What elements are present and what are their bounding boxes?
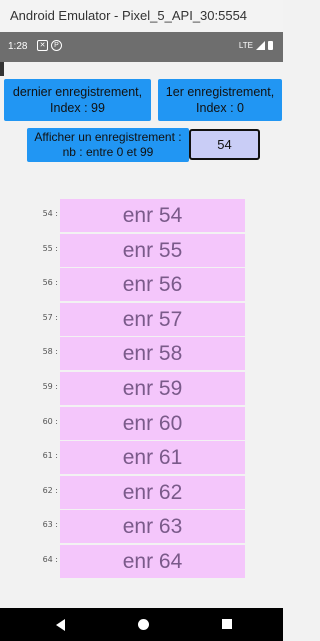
record-label: enr 58 [60,337,245,371]
record-index: 56 : [42,278,58,288]
app-notification-icon: P [51,40,62,51]
list-item[interactable]: 62 : enr 62 [0,475,283,511]
list-item[interactable]: 58 : enr 58 [0,337,283,372]
last-record-button[interactable]: dernier enregistrement, Index : 99 [4,79,151,121]
last-record-label-line2: Index : 99 [50,101,105,115]
list-item[interactable]: 63 : enr 63 [0,510,283,545]
list-item[interactable]: 61 : enr 61 [0,441,283,476]
record-label: enr 55 [60,233,245,267]
record-index: 57 : [42,312,58,322]
signal-icon [256,41,265,50]
emulator-title: Android Emulator - Pixel_5_API_30:5554 [10,8,248,23]
record-label: enr 54 [60,199,245,232]
record-label: enr 60 [60,406,245,440]
first-record-button[interactable]: 1er enregistrement, Index : 0 [158,79,282,121]
list-item[interactable]: 54 : enr 54 [0,199,283,234]
status-time: 1:28 [8,41,28,52]
record-index: 54 : [42,209,58,218]
emulator-title-bar: Android Emulator - Pixel_5_API_30:5554 [0,0,283,32]
navigation-bar [0,608,283,641]
record-index: 62 : [42,485,58,495]
list-item[interactable]: 56 : enr 56 [0,268,283,303]
record-index: 60 : [42,416,58,426]
record-label: enr 63 [60,510,245,544]
record-index: 64 : [42,554,58,564]
show-record-button[interactable]: Afficher un enregistrement : nb : entre … [27,128,189,162]
recents-icon[interactable] [222,619,232,629]
record-label: enr 64 [60,544,245,578]
record-number-input[interactable]: 54 [189,129,260,160]
record-label: enr 62 [60,475,245,509]
record-label: enr 57 [60,302,245,336]
list-item[interactable]: 60 : enr 60 [0,406,283,442]
back-icon[interactable] [56,619,65,631]
list-item[interactable]: 55 : enr 55 [0,233,283,269]
list-item[interactable]: 59 : enr 59 [0,371,283,407]
show-record-label-line1: Afficher un enregistrement : [34,130,182,144]
list-item[interactable]: 57 : enr 57 [0,302,283,338]
record-label: enr 59 [60,371,245,405]
left-edge-marker [0,62,4,76]
status-bar: 1:28 ✕ P LTE [0,32,283,62]
notification-icon: ✕ [37,40,48,51]
record-index: 61 : [42,451,58,461]
record-label: enr 61 [60,441,245,475]
record-label: enr 56 [60,268,245,302]
list-item[interactable]: 64 : enr 64 [0,544,283,580]
status-right: LTE [239,41,273,50]
app-top-area [0,62,283,76]
last-record-label-line1: dernier enregistrement, [12,85,143,99]
record-index: 63 : [42,520,58,530]
first-record-label-line2: Index : 0 [196,101,244,115]
show-record-label-line2: nb : entre 0 et 99 [62,145,154,159]
first-record-label-line1: 1er enregistrement, [165,85,275,99]
battery-icon [268,41,273,50]
record-index: 59 : [42,381,58,391]
record-index: 55 : [42,243,58,253]
network-type: LTE [238,41,253,50]
record-index: 58 : [42,347,58,357]
record-list[interactable]: 54 : enr 54 55 : enr 55 56 : enr 56 57 : enr 57… [0,199,283,580]
home-icon[interactable] [138,619,149,630]
